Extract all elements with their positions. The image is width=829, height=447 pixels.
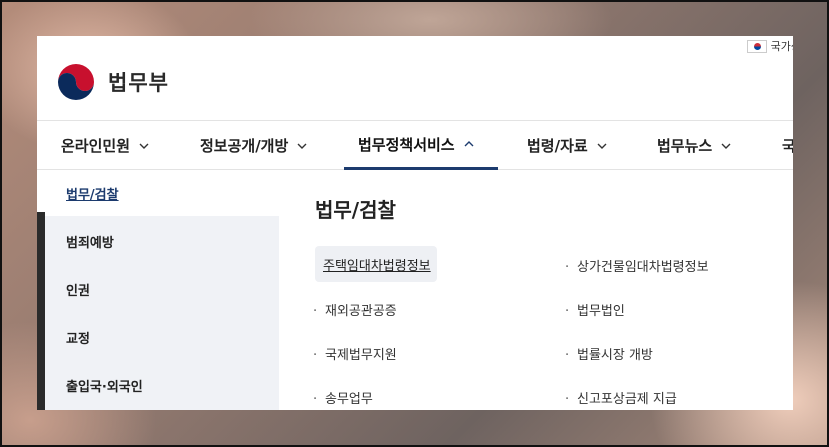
- side-item-label: 범죄예방: [66, 235, 114, 251]
- government-link[interactable]: 국가상: [771, 38, 793, 54]
- side-item-label: 출입국·외국인: [66, 379, 143, 395]
- gnb-item-cut-off[interactable]: 국: [782, 121, 793, 170]
- gnb-item-label: 법무뉴스: [657, 137, 713, 155]
- bullet-icon: ·: [313, 348, 318, 363]
- chevron-down-icon: [721, 143, 731, 149]
- gnb-item-info-disclosure[interactable]: 정보공개/개방: [200, 121, 308, 170]
- bullet-icon: ·: [565, 348, 570, 363]
- link-label: 상가건물임대차법령정보: [577, 260, 709, 275]
- chevron-down-icon: [297, 143, 307, 149]
- submenu-title: 법무/검찰: [315, 198, 396, 222]
- gnb-item-label: 법령/자료: [527, 137, 588, 155]
- bullet-icon: ·: [565, 260, 570, 275]
- bullet-icon: ·: [565, 304, 570, 319]
- chevron-down-icon: [139, 143, 149, 149]
- link-overseas-notary[interactable]: · 재외공관공증: [313, 300, 397, 319]
- website-window: 국가상 법무부 온라인민원 정보공개/개방 법무정책서비스 법령/자료 법무뉴스: [37, 36, 793, 410]
- bullet-icon: ·: [313, 304, 318, 319]
- link-international-legal-support[interactable]: · 국제법무지원: [313, 344, 397, 363]
- chevron-up-icon: [464, 141, 474, 147]
- link-legal-market-opening[interactable]: · 법률시장 개방: [565, 344, 653, 363]
- gnb-item-policy-services[interactable]: 법무정책서비스: [344, 121, 498, 170]
- logo-text: 법무부: [108, 71, 169, 95]
- chevron-down-icon: [597, 143, 607, 149]
- gnb-item-laws-materials[interactable]: 법령/자료: [527, 121, 608, 170]
- sidebar-edge-bar: [37, 212, 45, 410]
- link-housing-lease-info[interactable]: 주택임대차법령정보: [315, 246, 437, 282]
- bullet-icon: ·: [565, 392, 570, 407]
- link-label: 송무업무: [325, 392, 373, 407]
- side-item-correction[interactable]: 교정: [45, 314, 279, 360]
- gnb-item-news[interactable]: 법무뉴스: [657, 121, 732, 170]
- korea-flag-icon: [746, 39, 767, 53]
- link-label: 법무법인: [577, 304, 625, 319]
- utility-bar: 국가상: [746, 38, 793, 54]
- gnb-item-label: 정보공개/개방: [200, 137, 289, 155]
- link-law-firm[interactable]: · 법무법인: [565, 300, 625, 319]
- taegeuk-logo-icon: [55, 61, 97, 103]
- link-label: 신고포상금제 지급: [577, 392, 677, 407]
- link-label: 법률시장 개방: [577, 348, 653, 363]
- side-item-human-rights[interactable]: 인권: [45, 266, 279, 312]
- gnb-item-online-petition[interactable]: 온라인민원: [61, 121, 150, 170]
- bullet-icon: ·: [313, 392, 318, 407]
- submenu-panel: 법무/검찰 범죄예방 인권 교정 출입국·외국인 법무/검찰 주택임대차법령정보…: [37, 170, 793, 410]
- side-item-label: 법무/검찰: [66, 187, 119, 203]
- site-logo[interactable]: 법무부: [54, 60, 169, 104]
- link-litigation-affairs[interactable]: · 송무업무: [313, 388, 373, 407]
- global-navigation: 온라인민원 정보공개/개방 법무정책서비스 법령/자료 법무뉴스 국: [37, 120, 793, 170]
- side-item-label: 교정: [66, 331, 90, 347]
- gnb-item-label: 온라인민원: [61, 137, 131, 155]
- link-reward-payment[interactable]: · 신고포상금제 지급: [565, 388, 677, 407]
- side-item-law-prosecution[interactable]: 법무/검찰: [45, 170, 279, 216]
- link-commercial-lease-info[interactable]: · 상가건물임대차법령정보: [565, 256, 709, 275]
- link-label: 재외공관공증: [325, 304, 397, 319]
- side-item-immigration[interactable]: 출입국·외국인: [45, 362, 279, 408]
- side-item-label: 인권: [66, 283, 90, 299]
- gnb-item-label: 법무정책서비스: [358, 135, 455, 154]
- submenu-sidebar: 법무/검찰 범죄예방 인권 교정 출입국·외국인: [45, 170, 279, 410]
- side-item-crime-prevention[interactable]: 범죄예방: [45, 218, 279, 264]
- link-label: 국제법무지원: [325, 348, 397, 363]
- link-label: 주택임대차법령정보: [323, 259, 431, 274]
- gnb-item-label: 국: [782, 137, 793, 155]
